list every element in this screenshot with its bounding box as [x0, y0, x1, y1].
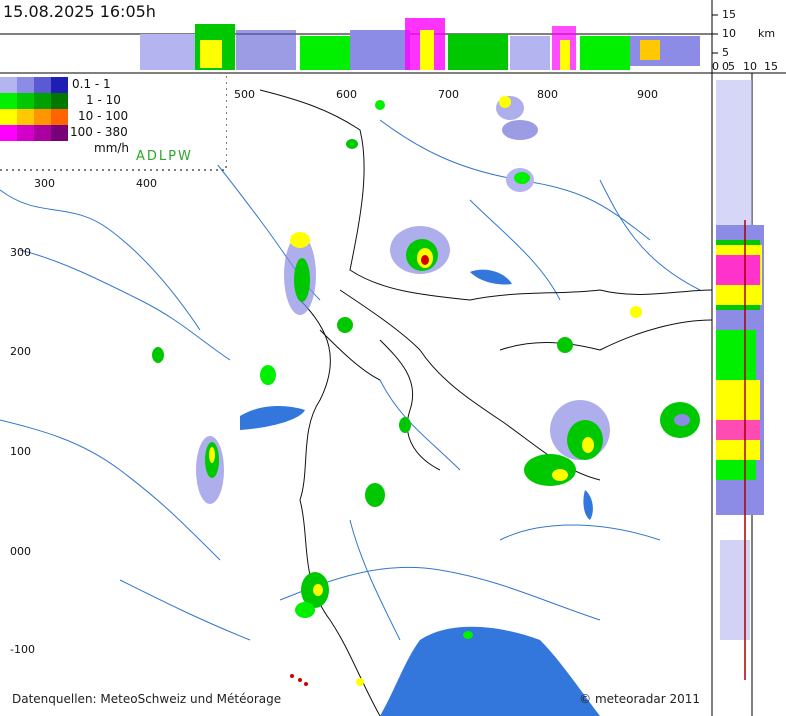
x-tick-800: 800 — [537, 88, 558, 101]
y-tick-200: 200 — [10, 345, 31, 358]
height-tick-10: 10 — [722, 27, 736, 40]
y-tick-000: 000 — [10, 545, 31, 558]
legend-label-3: 10 - 100 — [78, 109, 129, 123]
y-tick-100: 100 — [10, 445, 31, 458]
x-tick-900: 900 — [637, 88, 658, 101]
legend-label-4: 100 - 380 — [70, 125, 128, 139]
legend-unit: mm/h — [94, 141, 130, 155]
side-tick-0: 0 — [712, 60, 719, 73]
x-tick-500: 500 — [234, 88, 255, 101]
height-tick-15: 15 — [722, 8, 736, 21]
data-sources: Datenquellen: MeteoSchweiz und Météorage — [12, 692, 282, 706]
x-tick-400: 400 — [136, 177, 157, 190]
y-tick-300: 300 — [10, 246, 31, 259]
height-unit: km — [758, 27, 776, 40]
height-tick-5: 5 — [722, 46, 729, 59]
legend-label-2: 1 - 10 — [86, 93, 121, 107]
legend-row-2 — [0, 93, 68, 109]
legend-row-1 — [0, 77, 68, 93]
legend-label-1: 0.1 - 1 — [72, 77, 111, 91]
legend-row-4 — [0, 125, 68, 141]
y-tick-minus100: -100 — [10, 643, 35, 656]
side-tick-15: 15 — [764, 60, 778, 73]
x-tick-600: 600 — [336, 88, 357, 101]
x-tick-300: 300 — [34, 177, 55, 190]
radar-abbrev: ADLPW — [136, 149, 193, 164]
legend-row-3 — [0, 109, 68, 125]
timestamp: 15.08.2025 16:05h — [3, 2, 156, 21]
side-tick-5: 5 — [728, 60, 735, 73]
x-tick-700: 700 — [438, 88, 459, 101]
copyright: © meteoradar 2011 — [579, 692, 700, 706]
side-tick-10: 10 — [743, 60, 757, 73]
